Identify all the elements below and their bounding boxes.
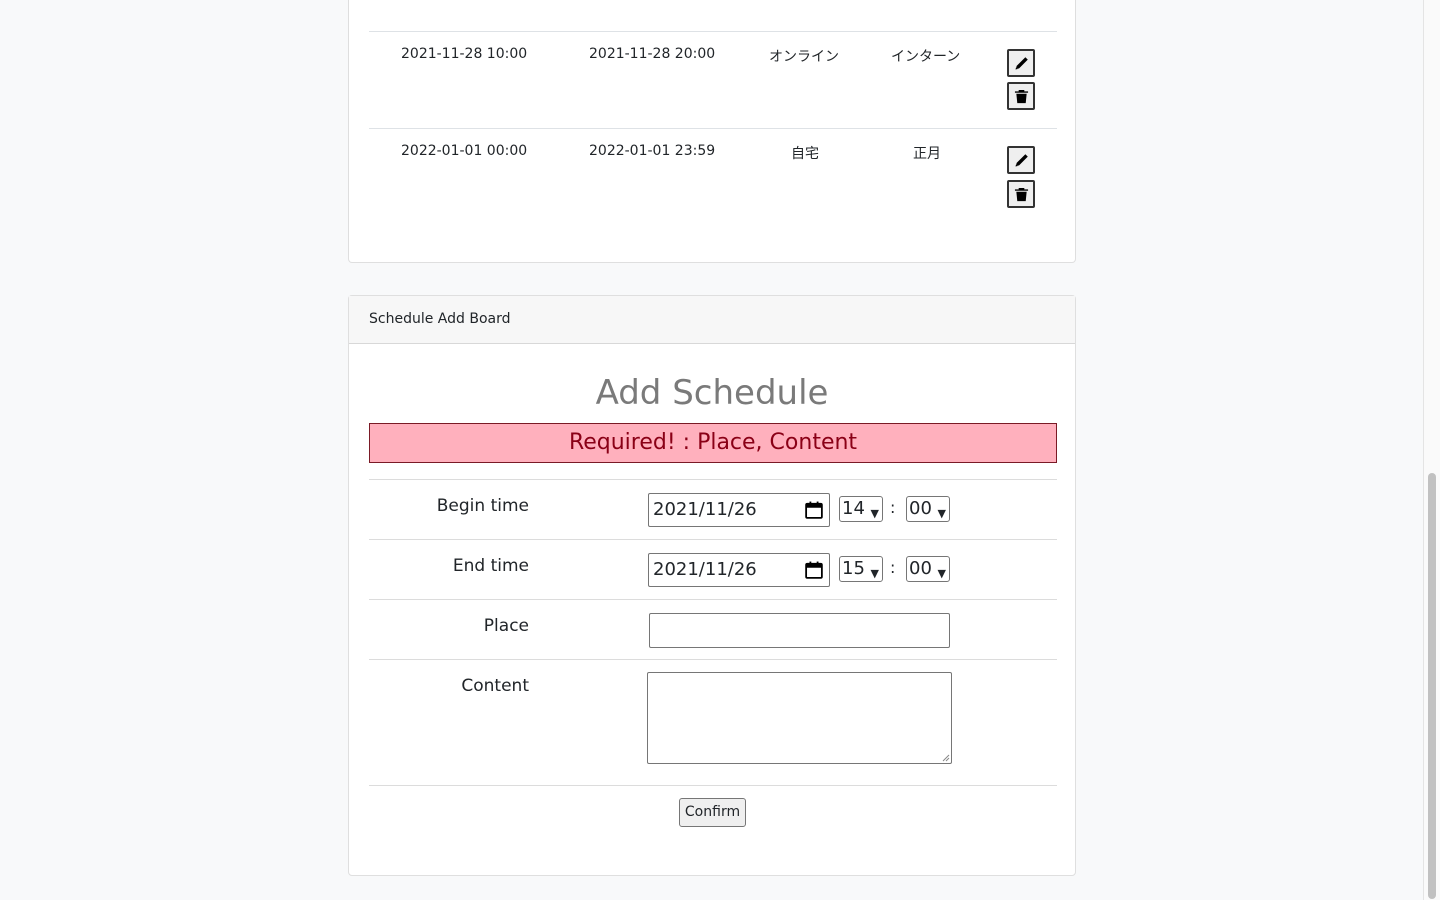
schedule-list-card: 2021-11-28 10:00 2021-11-28 20:00 オンライン … [348,0,1076,263]
place-label: Place [483,616,529,636]
pencil-icon [1015,56,1028,69]
content-cell: インターン [891,49,961,65]
end-time-label: End time [452,556,529,576]
form-divider [369,539,1057,540]
schedule-add-card: Schedule Add Board Add Schedule Required… [348,295,1076,876]
end-minute-value: 00 [909,558,932,579]
card-header: Schedule Add Board [349,296,1075,344]
end-date-value: 2021/11/26 [653,559,757,580]
form-divider [369,479,1057,480]
chevron-down-icon: ▼ [937,567,946,580]
begin-time-label: Begin time [436,496,529,516]
begin-time-cell: 2021-11-28 10:00 [401,46,528,62]
chevron-down-icon: ▼ [870,507,879,520]
end-hour-value: 15 [842,558,865,579]
content-cell: 正月 [913,146,941,162]
begin-minute-value: 00 [909,498,932,519]
trash-icon [1014,187,1028,201]
end-date-input[interactable]: 2021/11/26 [648,553,830,587]
calendar-icon[interactable] [805,501,823,519]
row-divider [369,128,1057,129]
delete-button[interactable] [1007,82,1035,110]
chevron-down-icon: ▼ [937,507,946,520]
begin-hour-select[interactable]: 14 ▼ [839,496,883,522]
begin-time-cell: 2022-01-01 00:00 [401,143,528,159]
pencil-icon [1015,153,1028,166]
place-input[interactable] [649,613,950,648]
trash-icon [1014,89,1028,103]
place-cell: オンライン [769,49,839,65]
edit-button[interactable] [1007,146,1035,174]
chevron-down-icon: ▼ [870,567,879,580]
begin-date-input[interactable]: 2021/11/26 [648,493,830,527]
form-divider [369,599,1057,600]
calendar-icon[interactable] [805,561,823,579]
scrollbar-thumb[interactable] [1428,473,1436,899]
time-separator: : [890,558,896,577]
end-hour-select[interactable]: 15 ▼ [839,556,883,582]
page-title: Add Schedule [595,373,829,413]
edit-button[interactable] [1007,49,1035,77]
vertical-scrollbar[interactable] [1423,0,1440,900]
end-time-cell: 2022-01-01 23:59 [589,143,716,159]
resize-grip-icon[interactable] [942,754,950,762]
content-textarea[interactable] [647,672,952,764]
begin-minute-select[interactable]: 00 ▼ [906,496,950,522]
place-cell: 自宅 [791,146,819,162]
begin-date-value: 2021/11/26 [653,499,757,520]
end-time-cell: 2021-11-28 20:00 [589,46,716,62]
begin-hour-value: 14 [842,498,865,519]
end-minute-select[interactable]: 00 ▼ [906,556,950,582]
content-label: Content [461,676,529,696]
confirm-button[interactable]: Confirm [679,798,746,827]
time-separator: : [890,498,896,517]
required-alert: Required! : Place, Content [369,423,1057,463]
form-divider [369,659,1057,660]
delete-button[interactable] [1007,180,1035,208]
row-divider [369,31,1057,32]
form-divider [369,785,1057,786]
